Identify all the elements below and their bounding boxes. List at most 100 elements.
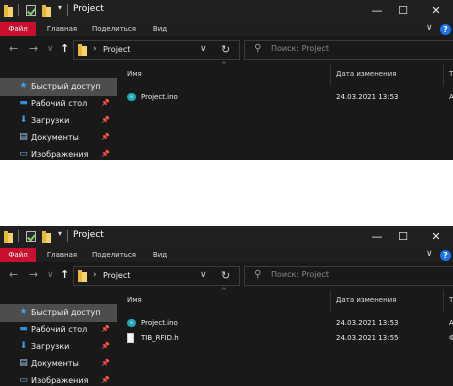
divider xyxy=(18,230,19,242)
file-name[interactable]: Project.ino xyxy=(141,319,178,327)
file-type: Ф xyxy=(449,334,453,342)
document-icon: ▤ xyxy=(19,358,28,368)
column-header-date[interactable]: Дата изменения xyxy=(336,70,396,78)
sidebar-item-downloads[interactable]: ⬇ Загрузки 📌 xyxy=(0,112,117,130)
folder-icon xyxy=(4,231,13,243)
chevron-right-icon[interactable]: › xyxy=(93,270,97,280)
column-divider[interactable] xyxy=(330,290,331,312)
properties-icon[interactable] xyxy=(26,5,36,16)
address-path[interactable]: Project xyxy=(103,45,130,54)
new-folder-icon[interactable] xyxy=(42,231,51,243)
address-dropdown-icon[interactable]: ∨ xyxy=(200,270,207,280)
column-divider[interactable] xyxy=(443,64,444,86)
close-button[interactable]: ✕ xyxy=(419,0,453,22)
back-button[interactable]: ← xyxy=(9,268,18,281)
refresh-button[interactable]: ↻ xyxy=(221,269,230,282)
pin-icon[interactable]: 📌 xyxy=(101,376,110,384)
tab-home[interactable]: Главная xyxy=(43,22,81,36)
sidebar-item-quick-access[interactable]: ★ Быстрый доступ xyxy=(0,78,117,96)
column-header-name[interactable]: Имя xyxy=(127,296,142,304)
pin-icon[interactable]: 📌 xyxy=(101,325,110,333)
help-icon[interactable]: ? xyxy=(440,24,451,35)
address-bar[interactable]: › Project ∨ ↻ xyxy=(73,40,240,60)
close-button[interactable]: ✕ xyxy=(419,226,453,248)
sort-caret-icon: ^ xyxy=(221,61,227,69)
maximize-button[interactable]: ☐ xyxy=(386,0,420,22)
search-input[interactable] xyxy=(271,44,421,53)
sidebar-item-documents[interactable]: ▤ Документы 📌 xyxy=(0,355,117,373)
tab-home[interactable]: Главная xyxy=(43,248,81,262)
help-icon[interactable]: ? xyxy=(440,250,451,261)
sidebar-item-pictures[interactable]: ▭ Изображения 📌 xyxy=(0,372,117,386)
chevron-right-icon[interactable]: › xyxy=(93,44,97,54)
star-icon: ★ xyxy=(19,307,28,317)
download-icon: ⬇ xyxy=(19,115,28,125)
explorer-window-2: ▾ Project — ☐ ✕ Файл Главная Поделиться … xyxy=(0,226,453,386)
tab-share[interactable]: Поделиться xyxy=(89,22,139,36)
title-bar: ▾ Project — ☐ ✕ xyxy=(0,0,453,22)
column-header-name[interactable]: Имя xyxy=(127,70,142,78)
forward-button[interactable]: → xyxy=(29,42,38,55)
folder-icon xyxy=(4,5,13,17)
file-date: 24.03.2021 13:55 xyxy=(336,334,399,342)
pin-icon[interactable]: 📌 xyxy=(101,116,110,124)
recent-locations-button[interactable]: ∨ xyxy=(47,270,54,280)
address-bar[interactable]: › Project ∨ ↻ xyxy=(73,266,240,286)
back-button[interactable]: ← xyxy=(9,42,18,55)
file-type: А xyxy=(449,319,453,327)
address-path[interactable]: Project xyxy=(103,271,130,280)
arduino-file-icon: ∞ xyxy=(127,319,136,327)
qat-dropdown-icon[interactable]: ▾ xyxy=(58,3,62,12)
tab-file[interactable]: Файл xyxy=(0,22,36,36)
column-divider[interactable] xyxy=(443,290,444,312)
address-dropdown-icon[interactable]: ∨ xyxy=(200,44,207,54)
navigation-pane: ★ Быстрый доступ ▬ Рабочий стол 📌 ⬇ Загр… xyxy=(0,64,117,160)
tab-view[interactable]: Вид xyxy=(147,248,173,262)
folder-icon xyxy=(78,44,87,56)
ribbon-expand-icon[interactable]: ∨ xyxy=(426,23,433,33)
column-headers: ^ Имя Дата изменения Т xyxy=(117,287,453,312)
tab-view[interactable]: Вид xyxy=(147,22,173,36)
pin-icon[interactable]: 📌 xyxy=(101,150,110,158)
arduino-file-icon: ∞ xyxy=(127,93,136,101)
pin-icon[interactable]: 📌 xyxy=(101,133,110,141)
search-box[interactable]: ⚲ xyxy=(244,266,453,286)
up-button[interactable]: ↑ xyxy=(60,268,69,281)
file-row[interactable]: TIB_RFID.h 24.03.2021 13:55 Ф xyxy=(117,331,453,345)
explorer-window-1: ▾ Project — ☐ ✕ Файл Главная Поделиться … xyxy=(0,0,453,160)
column-header-type[interactable]: Т xyxy=(449,296,453,304)
column-divider[interactable] xyxy=(330,64,331,86)
tab-share[interactable]: Поделиться xyxy=(89,248,139,262)
forward-button[interactable]: → xyxy=(29,268,38,281)
qat-dropdown-icon[interactable]: ▾ xyxy=(58,229,62,238)
pin-icon[interactable]: 📌 xyxy=(101,342,110,350)
download-icon: ⬇ xyxy=(19,341,28,351)
sort-caret-icon: ^ xyxy=(221,287,227,295)
refresh-button[interactable]: ↻ xyxy=(221,43,230,56)
sidebar-item-desktop[interactable]: ▬ Рабочий стол 📌 xyxy=(0,321,117,339)
sidebar-item-quick-access[interactable]: ★ Быстрый доступ xyxy=(0,304,117,322)
column-header-type[interactable]: Т xyxy=(449,70,453,78)
file-row[interactable]: ∞ Project.ino 24.03.2021 13:53 А xyxy=(117,90,453,104)
pin-icon[interactable]: 📌 xyxy=(101,359,110,367)
file-row[interactable]: ∞ Project.ino 24.03.2021 13:53 А xyxy=(117,316,453,330)
maximize-button[interactable]: ☐ xyxy=(386,226,420,248)
sidebar-item-pictures[interactable]: ▭ Изображения 📌 xyxy=(0,146,117,160)
sidebar-item-downloads[interactable]: ⬇ Загрузки 📌 xyxy=(0,338,117,356)
file-name[interactable]: Project.ino xyxy=(141,93,178,101)
file-name[interactable]: TIB_RFID.h xyxy=(141,334,179,342)
ribbon-expand-icon[interactable]: ∨ xyxy=(426,249,433,259)
properties-icon[interactable] xyxy=(26,231,36,242)
picture-icon: ▭ xyxy=(19,149,28,159)
up-button[interactable]: ↑ xyxy=(60,42,69,55)
search-input[interactable] xyxy=(271,270,421,279)
sidebar-item-desktop[interactable]: ▬ Рабочий стол 📌 xyxy=(0,95,117,113)
search-box[interactable]: ⚲ xyxy=(244,40,453,60)
file-date: 24.03.2021 13:53 xyxy=(336,93,399,101)
pin-icon[interactable]: 📌 xyxy=(101,99,110,107)
sidebar-item-documents[interactable]: ▤ Документы 📌 xyxy=(0,129,117,147)
column-header-date[interactable]: Дата изменения xyxy=(336,296,396,304)
recent-locations-button[interactable]: ∨ xyxy=(47,44,54,54)
new-folder-icon[interactable] xyxy=(42,5,51,17)
tab-file[interactable]: Файл xyxy=(0,248,36,262)
